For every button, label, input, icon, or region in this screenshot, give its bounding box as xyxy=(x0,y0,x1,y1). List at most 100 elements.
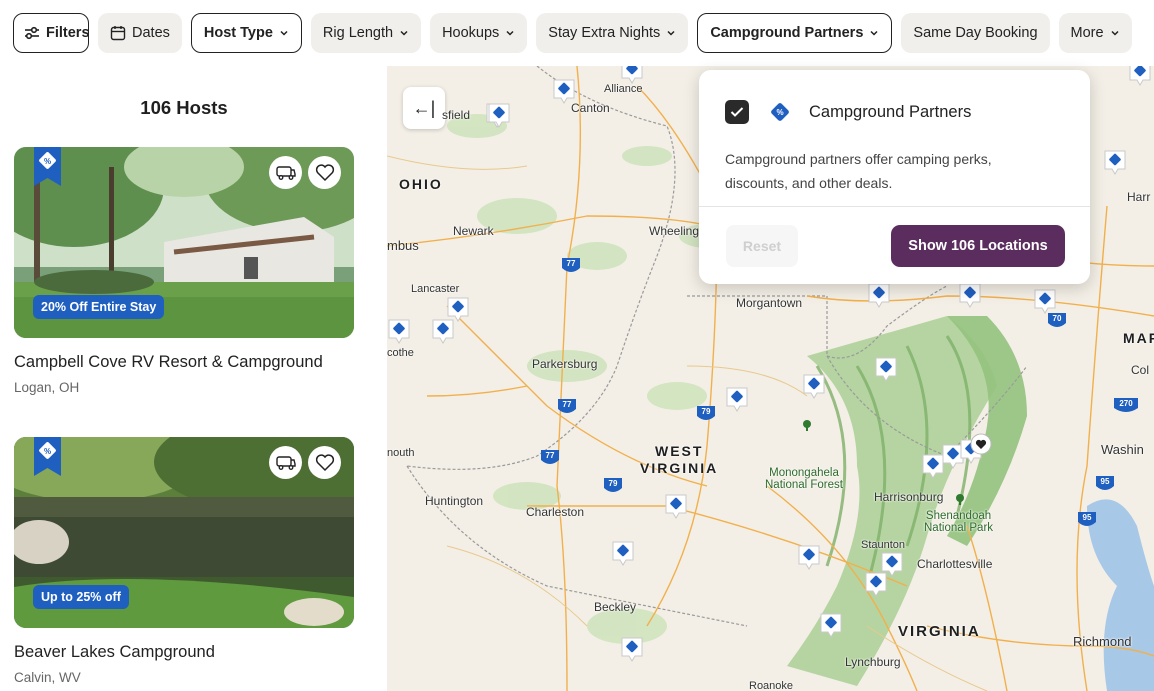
deal-badge: Up to 25% off xyxy=(33,585,129,609)
svg-text:%: % xyxy=(44,447,51,456)
partner-pin-icon[interactable] xyxy=(552,78,576,104)
host-type-label: Host Type xyxy=(203,25,273,41)
partner-pin-icon[interactable] xyxy=(867,282,891,308)
favorite-heart-icon[interactable] xyxy=(308,156,341,189)
map-label-parkersburg: Parkersburg xyxy=(532,357,598,371)
map-label-maryland: MAR xyxy=(1123,330,1154,346)
svg-text:95: 95 xyxy=(1083,513,1092,522)
chevron-down-icon xyxy=(279,28,289,38)
stay-extra-nights-label: Stay Extra Nights xyxy=(548,25,661,41)
host-name[interactable]: Campbell Cove RV Resort & Campground xyxy=(14,353,354,372)
map-label-virginia: VIRGINIA xyxy=(898,623,981,640)
map-label-harrisburg: Harr xyxy=(1127,190,1151,204)
partner-pin-icon[interactable] xyxy=(797,544,821,570)
partner-pin-icon[interactable] xyxy=(611,540,635,566)
checkmark-icon xyxy=(730,107,744,117)
filter-bar: Filters Dates Host Type Rig Length Hooku… xyxy=(0,0,1154,66)
reset-button[interactable]: Reset xyxy=(726,225,798,267)
partner-pin-icon[interactable] xyxy=(819,612,843,638)
svg-text:79: 79 xyxy=(609,479,618,488)
svg-text:79: 79 xyxy=(702,407,711,416)
rv-icon[interactable] xyxy=(269,446,302,479)
partner-pin-icon[interactable] xyxy=(880,551,904,577)
host-name[interactable]: Beaver Lakes Campground xyxy=(14,643,354,662)
partner-pin-icon[interactable] xyxy=(487,102,511,128)
stay-extra-nights-dropdown[interactable]: Stay Extra Nights xyxy=(536,13,689,53)
map-label-richmond: Richmond xyxy=(1073,634,1132,649)
hookups-dropdown[interactable]: Hookups xyxy=(430,13,528,53)
campground-partners-checkbox[interactable] xyxy=(725,100,749,124)
map-label-columbus: mbus xyxy=(387,238,419,253)
partner-pin-icon[interactable] xyxy=(802,373,826,399)
map-label-washington: Washin xyxy=(1101,442,1144,457)
host-card[interactable]: % Up to 25% off Beaver Lakes Campground … xyxy=(14,437,354,685)
partner-pin-icon[interactable] xyxy=(1103,149,1127,175)
map-label-portsmouth: nouth xyxy=(387,447,415,459)
map-label-charleston: Charleston xyxy=(526,505,585,519)
partner-pin-icon[interactable] xyxy=(725,386,749,412)
svg-text:77: 77 xyxy=(567,259,576,268)
dates-button[interactable]: Dates xyxy=(98,13,182,53)
map-label-newark: Newark xyxy=(453,224,494,238)
map-label-chillicothe: cothe xyxy=(387,347,414,359)
svg-text:%: % xyxy=(776,108,783,117)
map-label-charlottesville: Charlottesville xyxy=(917,557,993,571)
host-type-dropdown[interactable]: Host Type xyxy=(190,13,302,53)
more-dropdown[interactable]: More xyxy=(1058,13,1132,53)
popover-title: Campground Partners xyxy=(809,102,972,121)
partner-tag-icon: % xyxy=(771,103,789,121)
partner-pin-icon[interactable] xyxy=(958,282,982,308)
host-list: 106 Hosts % 20% Off Entire Stay Campbell… xyxy=(0,66,387,691)
rv-icon[interactable] xyxy=(269,156,302,189)
chevron-down-icon xyxy=(505,28,515,38)
svg-text:77: 77 xyxy=(546,451,555,460)
campground-partners-dropdown[interactable]: Campground Partners xyxy=(697,13,893,53)
map-label-roanoke: Roanoke xyxy=(749,680,794,691)
filters-button[interactable]: Filters xyxy=(13,13,90,53)
collapse-panel-button[interactable]: ←| xyxy=(403,87,445,129)
map-label-lancaster: Lancaster xyxy=(411,283,460,295)
map-label-morgantown: Morgantown xyxy=(736,296,803,310)
svg-text:%: % xyxy=(44,157,51,166)
map-label-mansfield: sfield xyxy=(442,108,471,122)
map-label-harrisonburg: Harrisonburg xyxy=(874,490,944,504)
deal-badge: 20% Off Entire Stay xyxy=(33,295,165,319)
calendar-icon xyxy=(110,25,126,41)
hosts-count: 106 Hosts xyxy=(140,97,228,118)
popover-description: Campground partners offer camping perks,… xyxy=(725,151,992,191)
partner-pin-icon[interactable] xyxy=(620,66,644,84)
host-photo[interactable]: % Up to 25% off xyxy=(14,437,354,628)
show-locations-button[interactable]: Show 106 Locations xyxy=(891,225,1065,267)
partner-pin-icon[interactable] xyxy=(1033,288,1057,314)
sliders-icon xyxy=(24,26,40,40)
same-day-booking-label: Same Day Booking xyxy=(913,25,1038,41)
hookups-label: Hookups xyxy=(442,25,500,41)
campground-partners-option[interactable]: % Campground Partners xyxy=(725,100,971,124)
partner-pin-icon[interactable] xyxy=(387,318,411,344)
partner-ribbon-icon: % xyxy=(34,437,61,476)
map-label-staunton: Staunton xyxy=(861,539,906,551)
campground-partners-popover: % Campground Partners Campground partner… xyxy=(699,70,1090,284)
map-label-west-virginia: VIRGINIA xyxy=(640,460,719,476)
svg-text:77: 77 xyxy=(563,400,572,409)
svg-text:70: 70 xyxy=(1053,314,1062,323)
host-card[interactable]: % 20% Off Entire Stay Campbell Cove RV R… xyxy=(14,147,354,395)
map-label-lynchburg: Lynchburg xyxy=(845,655,901,669)
partner-pin-icon[interactable] xyxy=(431,318,455,344)
partner-pin-icon[interactable] xyxy=(664,493,688,519)
map-label-beckley: Beckley xyxy=(594,600,637,614)
map-label-columbia: Col xyxy=(1131,363,1150,377)
favorite-heart-icon[interactable] xyxy=(308,446,341,479)
rig-length-dropdown[interactable]: Rig Length xyxy=(310,13,422,53)
partner-pin-icon[interactable] xyxy=(1128,66,1152,86)
chevron-down-icon xyxy=(666,28,676,38)
rig-length-label: Rig Length xyxy=(322,25,394,41)
same-day-booking-toggle[interactable]: Same Day Booking xyxy=(901,13,1050,53)
filters-label: Filters xyxy=(46,25,90,41)
partner-pin-icon[interactable] xyxy=(874,356,898,382)
map-label-alliance: Alliance xyxy=(604,83,643,95)
map-label-wheeling: Wheeling xyxy=(649,224,700,238)
host-photo[interactable]: % 20% Off Entire Stay xyxy=(14,147,354,338)
partner-pin-icon[interactable] xyxy=(620,636,644,662)
favorite-location-pin-icon[interactable] xyxy=(969,433,993,459)
